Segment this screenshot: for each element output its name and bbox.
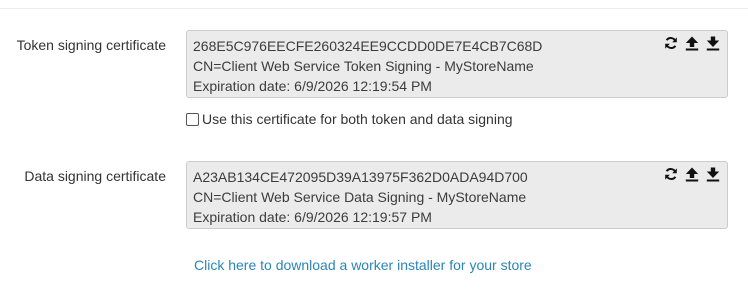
download-icon[interactable] (705, 166, 721, 182)
data-signing-thumbprint: A23AB134CE472095D39A13975F362D0ADA94D700 (193, 169, 528, 185)
data-signing-expiration: Expiration date: 6/9/2026 12:19:57 PM (193, 209, 432, 225)
top-divider (0, 8, 748, 9)
use-for-both-checkbox[interactable] (186, 112, 199, 126)
refresh-icon[interactable] (663, 35, 679, 51)
upload-icon[interactable] (684, 166, 700, 182)
data-signing-label: Data signing certificate (24, 168, 166, 184)
upload-icon[interactable] (684, 35, 700, 51)
token-signing-thumbprint: 268E5C976EECFE260324EE9CCDD0DE7E4CB7C68D (193, 38, 543, 54)
token-signing-actions (663, 35, 721, 51)
data-signing-details: A23AB134CE472095D39A13975F362D0ADA94D700… (193, 167, 528, 227)
token-signing-certificate-box: 268E5C976EECFE260324EE9CCDD0DE7E4CB7C68D… (186, 30, 728, 98)
token-signing-label: Token signing certificate (16, 37, 166, 53)
token-signing-details: 268E5C976EECFE260324EE9CCDD0DE7E4CB7C68D… (193, 36, 542, 96)
download-icon[interactable] (705, 35, 721, 51)
use-for-both-option[interactable]: Use this certificate for both token and … (186, 111, 513, 127)
token-signing-expiration: Expiration date: 6/9/2026 12:19:54 PM (193, 78, 432, 94)
data-signing-subject: CN=Client Web Service Data Signing - MyS… (193, 189, 527, 205)
certificate-settings-panel: Token signing certificate 268E5C976EECFE… (0, 0, 748, 306)
refresh-icon[interactable] (663, 166, 679, 182)
use-for-both-label: Use this certificate for both token and … (202, 111, 513, 127)
download-worker-installer-link[interactable]: Click here to download a worker installe… (194, 257, 532, 273)
data-signing-actions (663, 166, 721, 182)
token-signing-subject: CN=Client Web Service Token Signing - My… (193, 58, 534, 74)
data-signing-certificate-box: A23AB134CE472095D39A13975F362D0ADA94D700… (186, 161, 728, 229)
